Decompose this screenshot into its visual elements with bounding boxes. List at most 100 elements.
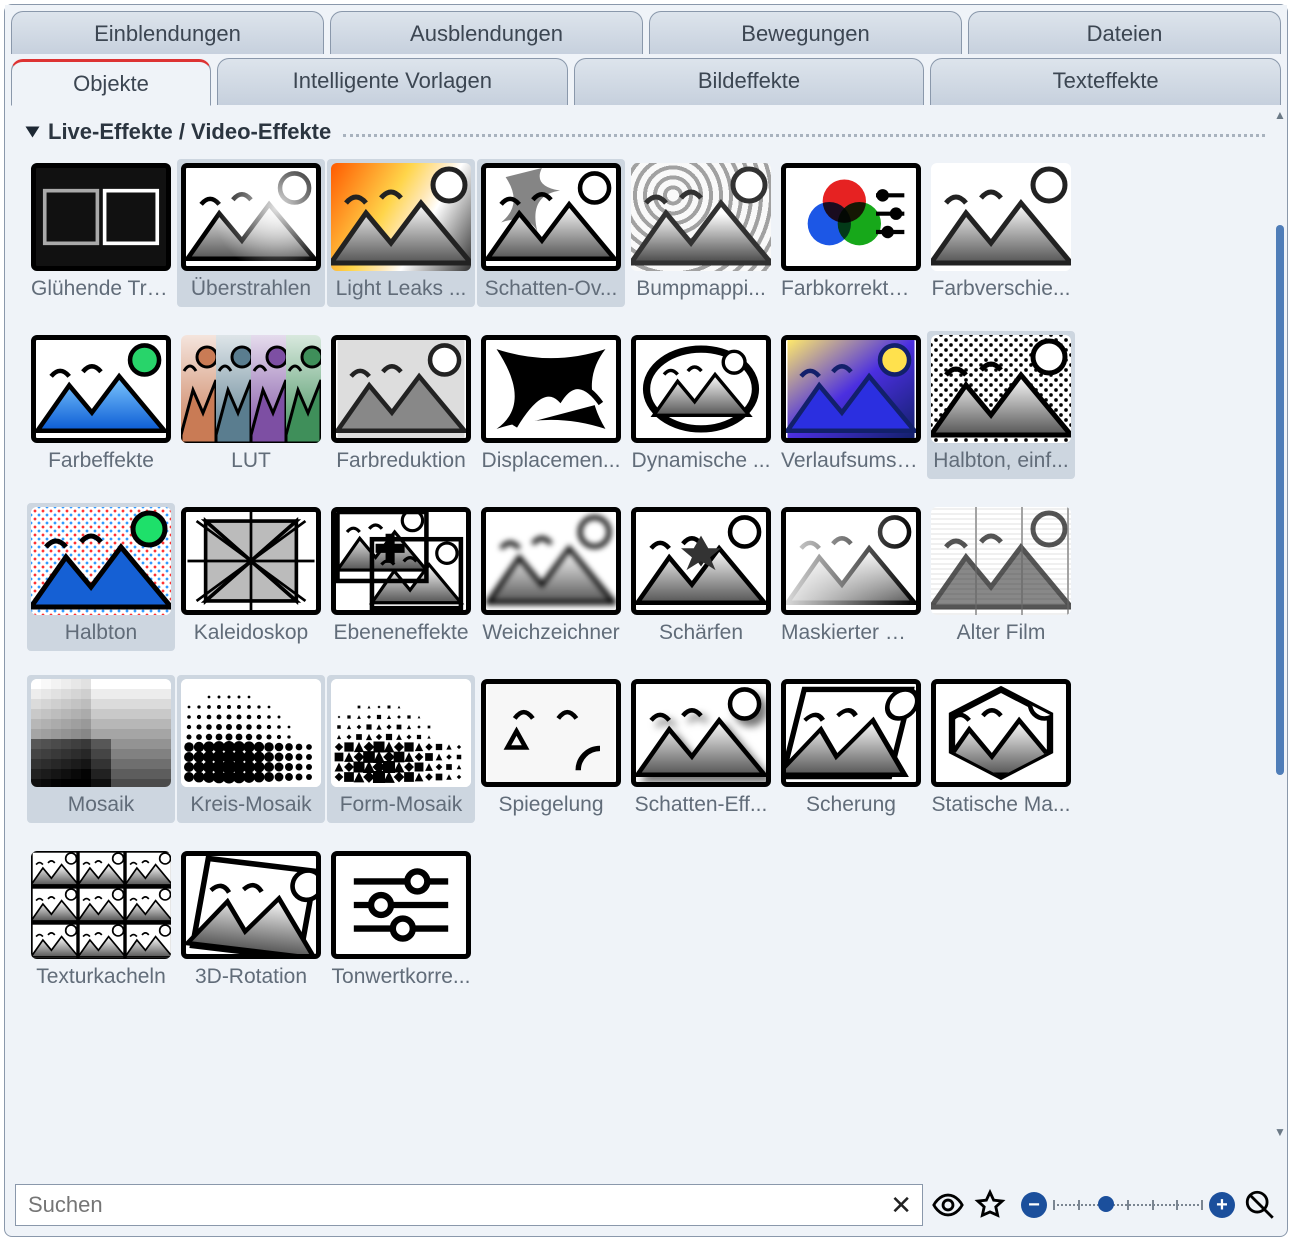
effect-thumbnail (331, 163, 471, 271)
effect-label: Farbeffekte (29, 447, 173, 477)
scroll-thumb[interactable] (1276, 225, 1284, 775)
tab-einblendungen[interactable]: Einblendungen (11, 11, 324, 55)
effect-label: Kreis-Mosaik (179, 791, 323, 821)
effect-label: Schatten-Ov... (479, 275, 623, 305)
effect-thumbnail (31, 163, 171, 271)
vertical-scrollbar[interactable]: ▲ ▼ (1273, 105, 1287, 1178)
effect-thumbnail (181, 507, 321, 615)
effect-item[interactable]: Ebeneneffekte (327, 503, 475, 651)
effect-thumbnail (181, 163, 321, 271)
scroll-up-icon[interactable]: ▲ (1273, 107, 1287, 123)
zoom-out-button[interactable]: − (1021, 1192, 1047, 1218)
effect-label: Schärfen (629, 619, 773, 649)
footer-toolbar: ✕ − + (5, 1178, 1287, 1236)
effect-item[interactable]: Tonwertkorre... (327, 847, 475, 995)
effect-item[interactable]: Verlaufsumse... (777, 331, 925, 479)
zoom-slider[interactable] (1053, 1202, 1203, 1208)
zoom-reset-button[interactable] (1243, 1188, 1277, 1222)
section-header[interactable]: Live-Effekte / Video-Effekte (27, 119, 1265, 145)
section-title: Live-Effekte / Video-Effekte (48, 119, 331, 145)
effect-item[interactable]: − Überstrahlen (177, 159, 325, 307)
tab-ausblendungen[interactable]: Ausblendungen (330, 11, 643, 55)
effect-item[interactable]: Farbkorrektur... (777, 159, 925, 307)
effect-thumbnail (181, 679, 321, 787)
effect-thumbnail (331, 851, 471, 959)
effect-item[interactable]: Texturkacheln (27, 847, 175, 995)
effect-thumbnail (631, 335, 771, 443)
effect-label: Farbverschie... (929, 275, 1073, 305)
effect-label: Glühende Tra... (29, 275, 173, 305)
effect-label: Tonwertkorre... (329, 963, 473, 993)
effect-item[interactable]: Kaleidoskop (177, 503, 325, 651)
effect-thumbnail (331, 335, 471, 443)
effect-item[interactable]: − Halbton, einf... (927, 331, 1075, 479)
effect-thumbnail (931, 679, 1071, 787)
effect-label: Ebeneneffekte (329, 619, 473, 649)
effect-label: Halbton, einf... (929, 447, 1073, 477)
tab-texteffekte[interactable]: Texteffekte (930, 58, 1281, 105)
effect-label: Form-Mosaik (329, 791, 473, 821)
clear-search-icon[interactable]: ✕ (886, 1190, 916, 1221)
zoom-knob[interactable] (1098, 1196, 1114, 1212)
scroll-down-icon[interactable]: ▼ (1273, 1124, 1287, 1140)
effect-thumbnail (781, 507, 921, 615)
effect-item[interactable]: Glühende Tra... (27, 159, 175, 307)
effects-grid: Glühende Tra...− Überstrahlen− Light Lea… (27, 159, 1265, 995)
effect-thumbnail (931, 163, 1071, 271)
effect-item[interactable]: Schärfen (627, 503, 775, 651)
effect-item[interactable]: Schatten-Eff... (627, 675, 775, 823)
effect-label: Bumpmappi... (629, 275, 773, 305)
section-divider (343, 134, 1265, 137)
effect-item[interactable]: − Schatten-Ov... (477, 159, 625, 307)
effect-thumbnail (781, 163, 921, 271)
tab-objekte[interactable]: Objekte (11, 59, 211, 106)
effect-item[interactable]: Scherung (777, 675, 925, 823)
tabs-primary: Einblendungen Ausblendungen Bewegungen D… (5, 5, 1287, 55)
effect-label: Farbkorrektur... (779, 275, 923, 305)
effect-label: Maskierter W... (779, 619, 923, 649)
search-box[interactable]: ✕ (15, 1184, 923, 1226)
effect-item[interactable]: Weichzeichner (477, 503, 625, 651)
effect-label: Dynamische ... (629, 447, 773, 477)
effect-item[interactable]: − Kreis-Mosaik (177, 675, 325, 823)
effect-label: Weichzeichner (479, 619, 623, 649)
effect-item[interactable]: Farbreduktion (327, 331, 475, 479)
effect-item[interactable]: Statische Ma... (927, 675, 1075, 823)
effect-item[interactable]: LUT (177, 331, 325, 479)
effect-label: Scherung (779, 791, 923, 821)
effect-thumbnail (31, 335, 171, 443)
effect-item[interactable]: Maskierter W... (777, 503, 925, 651)
effect-item[interactable]: − Form-Mosaik (327, 675, 475, 823)
visibility-button[interactable] (931, 1188, 965, 1222)
effect-thumbnail (631, 679, 771, 787)
tab-vorlagen[interactable]: Intelligente Vorlagen (217, 58, 568, 105)
effect-item[interactable]: Farbverschie... (927, 159, 1075, 307)
search-input[interactable] (26, 1191, 886, 1219)
effect-item[interactable]: − Light Leaks ... (327, 159, 475, 307)
effect-thumbnail (781, 335, 921, 443)
effect-thumbnail (631, 163, 771, 271)
tab-bildeffekte[interactable]: Bildeffekte (574, 58, 925, 105)
effect-thumbnail (481, 335, 621, 443)
effect-item[interactable]: Displacemen... (477, 331, 625, 479)
tab-bewegungen[interactable]: Bewegungen (649, 11, 962, 55)
effect-item[interactable]: − Halbton (27, 503, 175, 651)
collapse-icon[interactable] (26, 127, 40, 138)
zoom-in-button[interactable]: + (1209, 1192, 1235, 1218)
effect-item[interactable]: 3D-Rotation (177, 847, 325, 995)
effect-item[interactable]: − Mosaik (27, 675, 175, 823)
effect-thumbnail (781, 679, 921, 787)
favorite-button[interactable] (973, 1188, 1007, 1222)
effect-thumbnail (931, 335, 1071, 443)
effect-item[interactable]: Dynamische ... (627, 331, 775, 479)
effect-item[interactable]: Alter Film (927, 503, 1075, 651)
effect-label: Überstrahlen (179, 275, 323, 305)
effect-label: Light Leaks ... (329, 275, 473, 305)
effect-label: Spiegelung (479, 791, 623, 821)
effect-item[interactable]: Spiegelung (477, 675, 625, 823)
tab-dateien[interactable]: Dateien (968, 11, 1281, 55)
effect-item[interactable]: Bumpmappi... (627, 159, 775, 307)
effect-thumbnail (181, 335, 321, 443)
effect-label: LUT (179, 447, 323, 477)
effect-item[interactable]: Farbeffekte (27, 331, 175, 479)
